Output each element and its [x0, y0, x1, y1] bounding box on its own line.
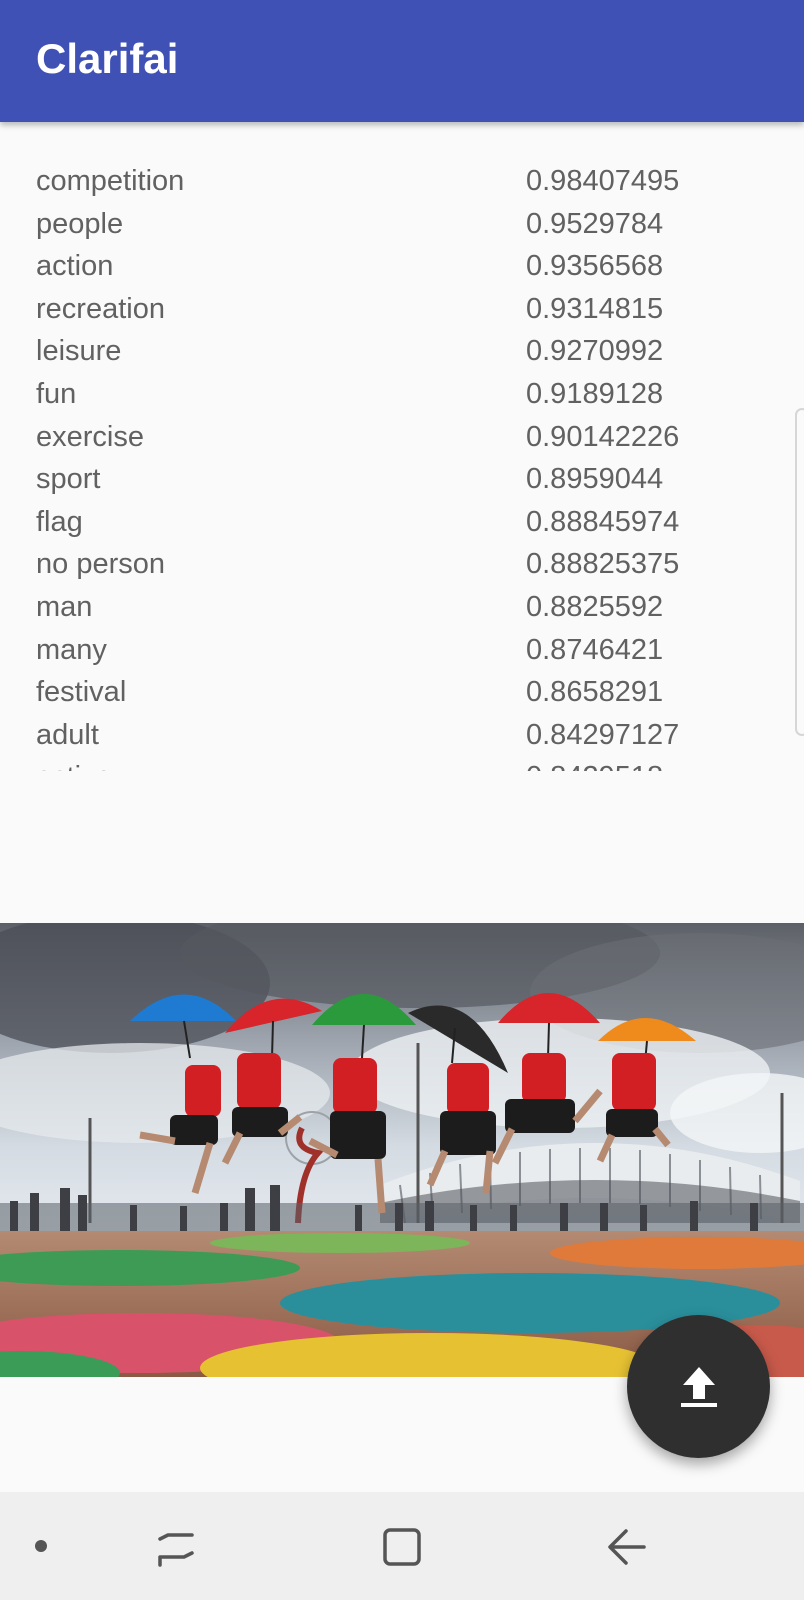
tag-name: flag	[36, 505, 83, 538]
result-row: action 0.9356568	[0, 245, 804, 288]
back-icon	[608, 1529, 646, 1565]
tag-name: sport	[36, 463, 101, 496]
system-nav-bar	[0, 1492, 804, 1600]
app-title: Clarifai	[36, 35, 179, 82]
tag-name: exercise	[36, 420, 144, 453]
result-row: competition 0.98407495	[0, 160, 804, 203]
fast-scroll-handle[interactable]	[795, 408, 804, 736]
result-row: people 0.9529784	[0, 203, 804, 246]
app-bar: Clarifai	[0, 0, 804, 122]
tag-name: active	[36, 756, 112, 771]
tag-score: 0.9314815	[526, 292, 664, 325]
tag-score: 0.8658291	[526, 676, 664, 709]
tag-score: 0.8746421	[526, 633, 664, 666]
tag-name: man	[36, 590, 93, 623]
tag-score: 0.9189128	[526, 377, 664, 410]
home-button[interactable]	[367, 1512, 437, 1582]
tag-name: action	[36, 250, 114, 283]
results-list[interactable]: competition 0.98407495 people 0.9529784 …	[0, 160, 804, 771]
result-row: sport 0.8959044	[0, 458, 804, 501]
tag-score: 0.9529784	[526, 207, 664, 240]
tag-name: festival	[36, 676, 127, 709]
result-row: festival 0.8658291	[0, 671, 804, 714]
upload-icon	[680, 1366, 717, 1407]
tag-score: 0.9356568	[526, 250, 664, 283]
upload-fab[interactable]	[627, 1315, 770, 1458]
tag-name: competition	[36, 165, 185, 197]
tag-score: 0.84297127	[526, 718, 680, 751]
result-row: leisure 0.9270992	[0, 330, 804, 373]
tag-score: 0.9270992	[526, 335, 664, 368]
home-icon	[383, 1528, 421, 1566]
tag-name: fun	[36, 377, 77, 410]
tag-score: 0.8825592	[526, 590, 664, 623]
recent-apps-icon	[158, 1533, 194, 1567]
recent-apps-button[interactable]	[141, 1512, 211, 1582]
tag-score: 0.90142226	[526, 420, 680, 453]
result-row: exercise 0.90142226	[0, 416, 804, 459]
tag-name: no person	[36, 548, 165, 581]
tag-score: 0.8959044	[526, 463, 664, 496]
tag-name: many	[36, 633, 107, 666]
result-row: active 0.8429518	[0, 756, 804, 771]
result-row: many 0.8746421	[0, 629, 804, 672]
result-row: fun 0.9189128	[0, 373, 804, 416]
nav-indicator-dot	[35, 1540, 47, 1552]
result-row: no person 0.88825375	[0, 543, 804, 586]
tag-name: adult	[36, 718, 99, 751]
back-button[interactable]	[591, 1512, 661, 1582]
tag-score: 0.88825375	[526, 548, 680, 581]
result-row: adult 0.84297127	[0, 714, 804, 757]
analyzed-photo	[0, 923, 804, 1377]
tag-name: people	[36, 207, 124, 240]
tag-name: recreation	[36, 292, 165, 325]
tag-name: leisure	[36, 335, 122, 368]
tag-score: 0.88845974	[526, 505, 680, 538]
result-row: man 0.8825592	[0, 586, 804, 629]
result-row: recreation 0.9314815	[0, 288, 804, 331]
result-row: flag 0.88845974	[0, 501, 804, 544]
tag-score: 0.98407495	[526, 165, 680, 197]
tag-score: 0.8429518	[526, 756, 663, 771]
